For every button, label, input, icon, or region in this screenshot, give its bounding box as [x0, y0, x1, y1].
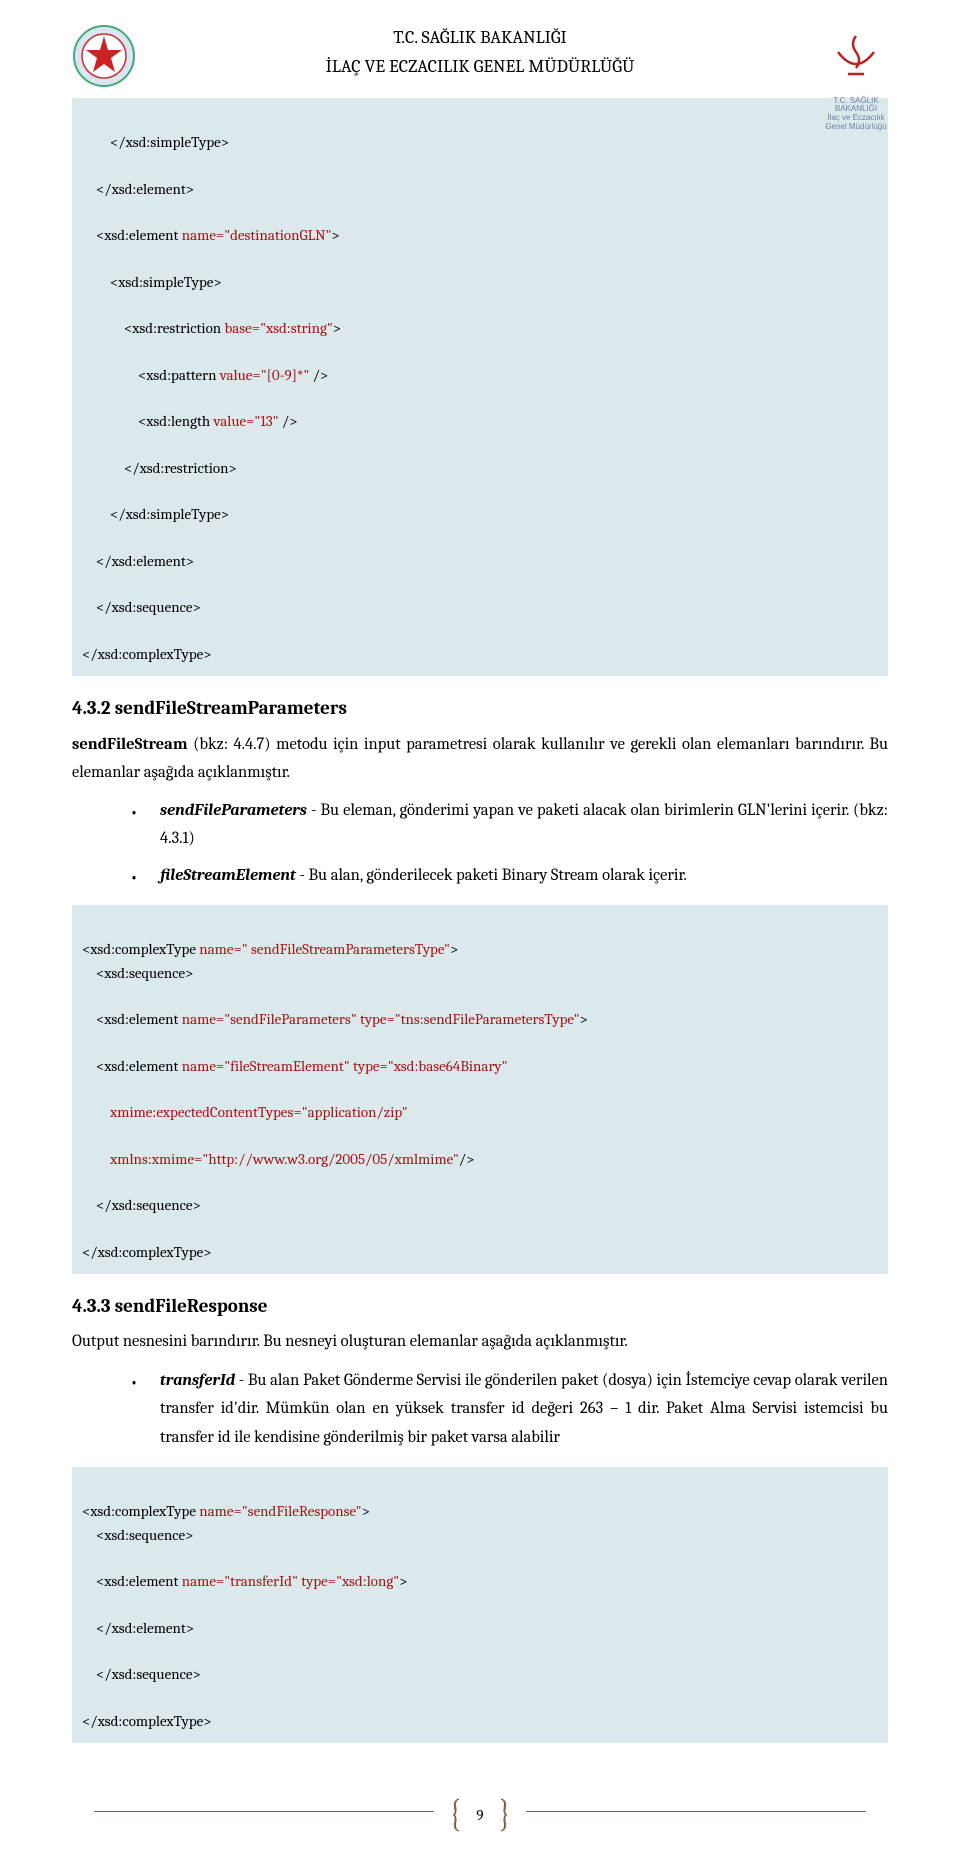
ornament-line-right: [526, 1811, 866, 1813]
para-4-3-2-text: (bkz: 4.4.7) metodu için input parametre…: [72, 735, 888, 782]
code-block-2: <xsd:complexType name=" sendFileStreamPa…: [72, 905, 888, 1274]
pharmacy-logo-icon: T.C. SAĞLIK BAKANLIĞI İlaç ve Eczacılık …: [824, 24, 888, 88]
bullet-transferid: transferId - Bu alan Paket Gönderme Serv…: [130, 1367, 888, 1454]
brace-left-icon: {: [449, 1784, 461, 1843]
header-title-1: T.C. SAĞLIK BAKANLIĞI: [72, 24, 888, 51]
para-4-3-3: Output nesnesini barındırır. Bu nesneyi …: [72, 1328, 888, 1356]
page-header: T.C. SAĞLIK BAKANLIĞI İlaç ve Eczacılık …: [72, 24, 888, 80]
bold-sendfilestream: sendFileStream: [72, 735, 188, 754]
page-number: 9: [464, 1804, 495, 1827]
code-block-1: </xsd:simpleType> </xsd:element> <xsd:el…: [72, 98, 888, 676]
heading-4-3-3: 4.3.3 sendFileResponse: [72, 1292, 888, 1321]
bullets-4-3-3: transferId - Bu alan Paket Gönderme Serv…: [130, 1367, 888, 1454]
ministry-seal-icon: [72, 24, 136, 88]
brace-right-icon: }: [499, 1784, 511, 1843]
code-block-3: <xsd:complexType name="sendFileResponse"…: [72, 1467, 888, 1743]
bullet-filestreamelement: fileStreamElement - Bu alan, gönderilece…: [130, 862, 888, 891]
page-number-ornament: { 9 }: [72, 1793, 888, 1833]
bullet-sendfileparameters: sendFileParameters - Bu eleman, gönderim…: [130, 797, 888, 855]
para-4-3-2: sendFileStream (bkz: 4.4.7) metodu için …: [72, 731, 888, 787]
logo-right-caption: T.C. SAĞLIK BAKANLIĞI İlaç ve Eczacılık …: [824, 97, 888, 132]
ornament-line-left: [94, 1811, 434, 1813]
document-page: T.C. SAĞLIK BAKANLIĞI İlaç ve Eczacılık …: [0, 0, 960, 1861]
bullets-4-3-2: sendFileParameters - Bu eleman, gönderim…: [130, 797, 888, 892]
header-title-2: İLAÇ VE ECZACILIK GENEL MÜDÜRLÜĞÜ: [72, 53, 888, 80]
heading-4-3-2: 4.3.2 sendFileStreamParameters: [72, 694, 888, 723]
